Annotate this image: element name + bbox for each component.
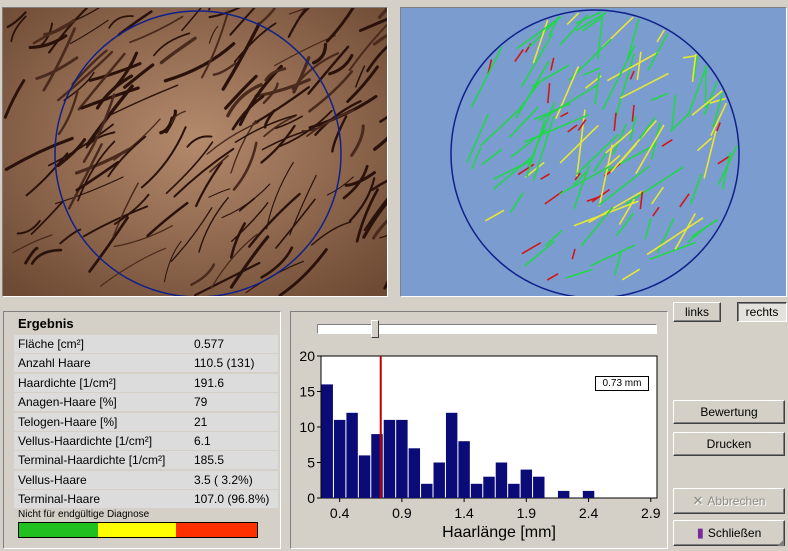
histogram-bar: [333, 419, 346, 498]
histogram-bar: [433, 462, 445, 498]
histogram-bar: [495, 462, 508, 498]
measurement-circle: [450, 9, 740, 296]
result-title: Ergebnis: [18, 316, 74, 331]
result-row-value: 21: [194, 414, 208, 429]
result-row-value: 185.5: [194, 453, 225, 468]
result-row-value: 0.577: [194, 337, 225, 351]
result-row: Anzahl Haare 110.5 (131): [14, 354, 278, 373]
result-row-value: 107.0 (96.8%): [194, 492, 270, 507]
cancel-x-icon: ✕: [692, 493, 704, 508]
histogram-bar: [445, 412, 458, 498]
histogram-bar: [470, 483, 483, 498]
drucken-button[interactable]: Drucken: [673, 432, 785, 456]
result-row-label: Terminal-Haardichte [1/cm²]: [18, 453, 166, 468]
scalp-image-canvas: [3, 8, 387, 296]
result-row: Vellus-Haardichte [1/cm²] 6.1: [14, 432, 278, 450]
threshold-slider-thumb[interactable]: [370, 320, 379, 338]
histogram-bar: [483, 476, 495, 498]
histogram-bar: [557, 490, 570, 498]
result-row-label: Telogen-Haare [%]: [18, 414, 118, 429]
bewertung-button-label: Bewertung: [700, 405, 758, 419]
y-tick-label: 5: [307, 455, 315, 471]
result-row: Telogen-Haare [%] 21: [14, 412, 278, 431]
x-tick-label: 0.9: [392, 505, 412, 521]
result-row-value: 6.1: [194, 434, 211, 448]
diagnosis-scale-bar: [18, 522, 258, 538]
abbrechen-button-label: Abbrechen: [707, 494, 766, 508]
result-row-label: Anzahl Haare: [18, 356, 91, 371]
histogram-bar: [520, 469, 533, 498]
result-row-label: Vellus-Haare: [18, 472, 87, 487]
result-row-label: Vellus-Haardichte [1/cm²]: [18, 434, 153, 448]
y-tick-label: 10: [299, 419, 315, 435]
links-button[interactable]: links: [673, 302, 721, 322]
drucken-button-label: Drucken: [706, 437, 752, 451]
resize-grip-icon[interactable]: ◢: [777, 537, 784, 548]
overlay-canvas: [450, 9, 740, 296]
result-row: Vellus-Haare 3.5 ( 3.2%): [14, 470, 278, 489]
rechts-button-label: rechts: [745, 305, 779, 319]
x-tick-label: 2.4: [579, 505, 599, 521]
result-row: Terminal-Haare 107.0 (96.8%): [14, 490, 278, 509]
y-tick-label: 15: [299, 384, 315, 400]
histogram-bar: [321, 384, 333, 498]
diagnosis-scale-yellow: [97, 523, 177, 537]
result-panel: Ergebnis Fläche [cm²] 0.577 Anzahl Haare 11…: [3, 311, 281, 549]
x-tick-label: 1.4: [454, 505, 474, 521]
x-tick-label: 0.4: [330, 505, 350, 521]
links-button-label: links: [684, 305, 709, 319]
scalp-dermoscopy-image[interactable]: [2, 7, 388, 297]
result-row-label: Anagen-Haare [%]: [18, 395, 117, 410]
histogram-bar: [346, 412, 358, 498]
x-tick-label: 2.9: [641, 505, 661, 521]
x-axis-label: Haarlänge [mm]: [442, 524, 556, 541]
result-row-label: Fläche [cm²]: [18, 337, 85, 351]
result-row-value: 3.5 ( 3.2%): [194, 472, 253, 487]
histogram-bar: [358, 455, 371, 498]
result-row-value: 191.6: [194, 375, 225, 390]
hair-length-histogram: 0 5 10 15 20 0.4 0.9 1.4 1.9 2.4 2.9 Haarlänge [mm]: [299, 348, 661, 541]
result-row: Fläche [cm²] 0.577: [14, 335, 278, 353]
threshold-slider-track[interactable]: [317, 324, 657, 334]
histogram-bar: [396, 419, 408, 498]
x-tick-label: 1.9: [517, 505, 537, 521]
diagnosis-note: Nicht für endgültige Diagnose: [18, 509, 150, 520]
result-row: Terminal-Haardichte [1/cm²] 185.5: [14, 451, 278, 470]
diagnosis-scale-green: [19, 523, 98, 537]
result-row: Haardichte [1/cm²] 191.6: [14, 373, 278, 392]
door-exit-icon: ▮: [696, 525, 704, 540]
histogram-bar: [421, 483, 433, 498]
result-row-label: Haardichte [1/cm²]: [18, 375, 117, 390]
schliessen-button-label: Schließen: [707, 526, 762, 540]
diagnosis-scale-red: [176, 523, 257, 537]
skin-background: [3, 8, 387, 296]
histogram-bar: [408, 448, 421, 498]
hair-detection-overlay[interactable]: [400, 7, 787, 297]
result-row: Anagen-Haare [%] 79: [14, 393, 278, 412]
histogram-bar: [508, 483, 520, 498]
histogram-panel: 0 5 10 15 20 0.4 0.9 1.4 1.9 2.4 2.9 Haarlänge [mm]…: [290, 311, 668, 549]
abbrechen-button[interactable]: ✕ Abbrechen: [673, 488, 785, 514]
histogram-bar: [582, 490, 595, 498]
rechts-button[interactable]: rechts: [737, 302, 787, 322]
bewertung-button[interactable]: Bewertung: [673, 400, 785, 424]
y-tick-label: 20: [299, 348, 315, 364]
histogram-bar: [533, 476, 545, 498]
histogram-bar: [383, 419, 396, 498]
result-row-label: Terminal-Haare: [18, 492, 101, 507]
histogram-bar: [458, 441, 470, 498]
threshold-value-box: 0.73 mm: [595, 376, 649, 391]
y-tick-label: 0: [307, 490, 315, 506]
result-row-value: 110.5 (131): [194, 356, 255, 371]
result-row-value: 79: [194, 395, 208, 410]
schliessen-button[interactable]: ▮ Schließen: [673, 520, 785, 546]
